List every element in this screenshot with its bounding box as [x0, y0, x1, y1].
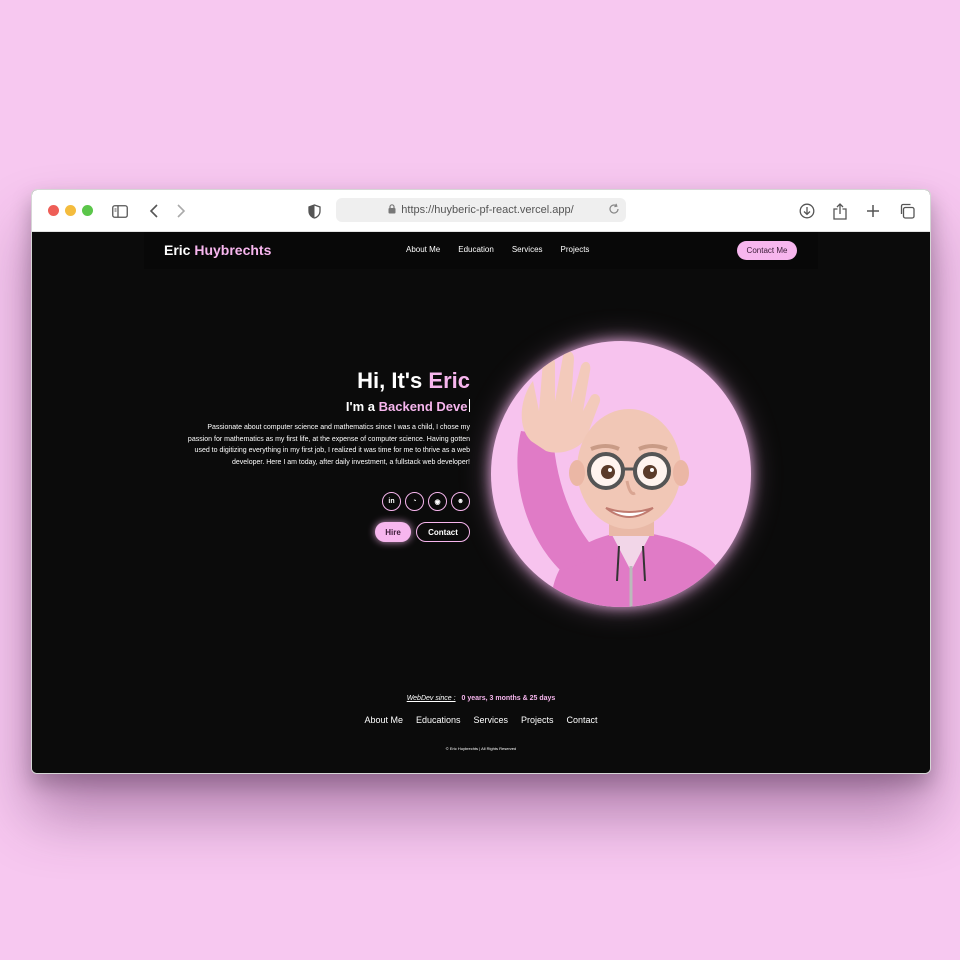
site-navbar: Eric Huybrechts About Me Education Servi… [144, 232, 818, 269]
zoom-window-button[interactable] [82, 205, 93, 216]
download-icon[interactable] [796, 200, 818, 222]
footer-links: About Me Educations Services Projects Co… [32, 715, 930, 725]
discord-glyph: ◉ [434, 498, 441, 506]
footer-link-services[interactable]: Services [474, 715, 509, 725]
footer-link-about-me[interactable]: About Me [364, 715, 403, 725]
nav-link-projects[interactable]: Projects [561, 245, 590, 254]
url-text: https://huyberic-pf-react.vercel.app/ [401, 204, 574, 216]
address-bar[interactable]: https://huyberic-pf-react.vercel.app/ [336, 198, 626, 222]
discord-icon[interactable]: ◉ [428, 492, 447, 511]
footer-link-educations[interactable]: Educations [416, 715, 461, 725]
new-tab-icon[interactable] [862, 200, 884, 222]
hero-title: Hi, It's Eric [170, 368, 470, 394]
share-icon[interactable] [829, 200, 851, 222]
nav-link-services[interactable]: Services [512, 245, 543, 254]
typing-caret [468, 399, 470, 412]
contact-button[interactable]: Contact [416, 522, 470, 542]
nav-links: About Me Education Services Projects [406, 245, 607, 254]
brand-last-name: Huybrechts [194, 242, 272, 258]
hero-role: I'm a Backend Deve [170, 399, 470, 415]
sidebar-icon[interactable] [109, 200, 131, 222]
back-icon[interactable] [143, 200, 165, 222]
hero-greeting: Hi, It's [357, 368, 423, 393]
hero-text: Hi, It's Eric I'm a Backend Deve Passion… [170, 368, 470, 468]
contact-me-button[interactable]: Contact Me [737, 241, 797, 260]
hero-role-typed: Backend Deve [378, 399, 468, 414]
nav-link-about-me[interactable]: About Me [406, 245, 440, 254]
reload-icon[interactable] [608, 203, 620, 218]
lock-icon [388, 203, 396, 217]
github-glyph: ◔ [412, 498, 417, 505]
close-window-button[interactable] [48, 205, 59, 216]
webdev-since-value: 0 years, 3 months & 25 days [461, 695, 556, 702]
hire-button[interactable]: Hire [375, 522, 411, 542]
avatar [491, 341, 751, 607]
social-links: in ◔ ◉ ☻ [382, 492, 470, 511]
hero-role-prefix: I'm a [345, 399, 375, 414]
brand-logo[interactable]: Eric Huybrechts [164, 242, 271, 258]
page-viewport: Eric Huybrechts About Me Education Servi… [32, 232, 930, 773]
hero-name: Eric [428, 368, 470, 393]
minimize-window-button[interactable] [65, 205, 76, 216]
linkedin-icon[interactable]: in [382, 492, 401, 511]
github-icon[interactable]: ◔ [405, 492, 424, 511]
webdev-since: WebDev since : 0 years, 3 months & 25 da… [32, 695, 930, 702]
reddit-glyph: ☻ [456, 498, 465, 505]
page-background: { "browser": { "url": "https://huyberic-… [0, 0, 960, 960]
browser-window: https://huyberic-pf-react.vercel.app/ Er… [31, 189, 931, 774]
linkedin-glyph: in [388, 498, 395, 505]
hero-buttons: Hire Contact [375, 522, 470, 542]
copyright-text: © Eric Huybrechts | All Rights Reserved [445, 746, 517, 751]
webdev-since-label: WebDev since : [406, 695, 456, 702]
hero-description: Passionate about computer science and ma… [187, 424, 470, 466]
tabs-icon[interactable] [896, 200, 918, 222]
browser-toolbar: https://huyberic-pf-react.vercel.app/ [32, 190, 930, 232]
footer-link-projects[interactable]: Projects [521, 715, 554, 725]
footer-link-contact[interactable]: Contact [567, 715, 598, 725]
memoji-avatar-illustration [517, 351, 726, 607]
brand-first-name: Eric [164, 242, 191, 258]
forward-icon[interactable] [170, 200, 192, 222]
nav-link-education[interactable]: Education [458, 245, 494, 254]
shield-icon[interactable] [303, 200, 325, 222]
reddit-icon[interactable]: ☻ [451, 492, 470, 511]
